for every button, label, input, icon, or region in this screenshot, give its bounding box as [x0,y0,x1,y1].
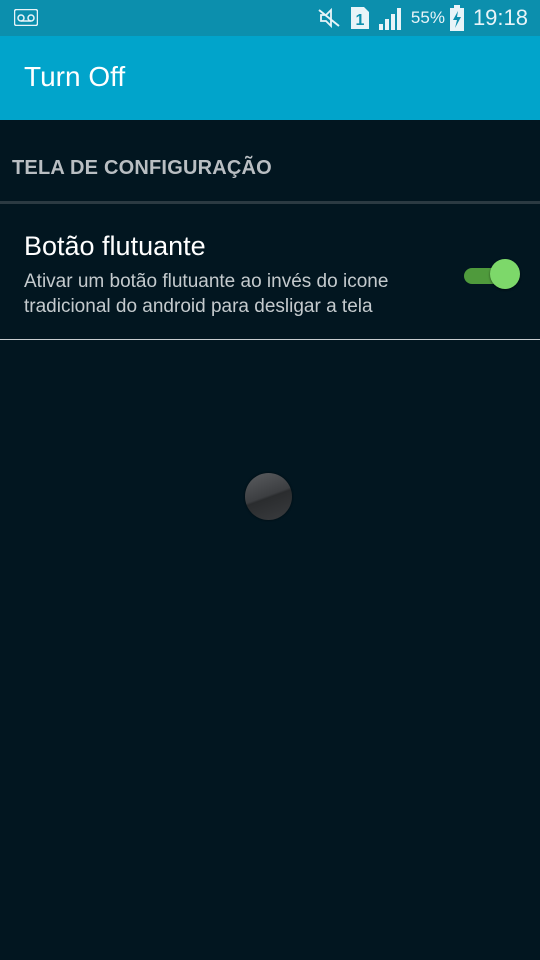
sim-1-icon: 1 [350,7,369,29]
battery-charging-icon [449,5,464,31]
status-bar: 1 55% 19:18 [0,0,540,36]
toggle-thumb [490,259,520,289]
voicemail-icon [14,9,38,26]
floating-turn-off-button[interactable] [245,473,292,520]
preference-title: Botão flutuante [24,231,206,261]
clock: 19:18 [472,5,528,30]
section-header: TELA DE CONFIGURAÇÃO [12,157,272,179]
signal-icon [378,8,401,30]
svg-text:1: 1 [355,12,364,29]
floating-button-preference[interactable]: Botão flutuante Ativar um botão flutuant… [0,204,540,339]
app-bar: Turn Off [0,36,540,120]
floating-button-toggle[interactable] [464,259,520,293]
battery-percent: 55% [410,8,445,27]
app-title: Turn Off [24,61,126,92]
preference-summary: Ativar um botão flutuante ao invés do ic… [24,271,389,317]
preference-divider [0,339,540,340]
vibrate-off-icon [318,7,340,29]
